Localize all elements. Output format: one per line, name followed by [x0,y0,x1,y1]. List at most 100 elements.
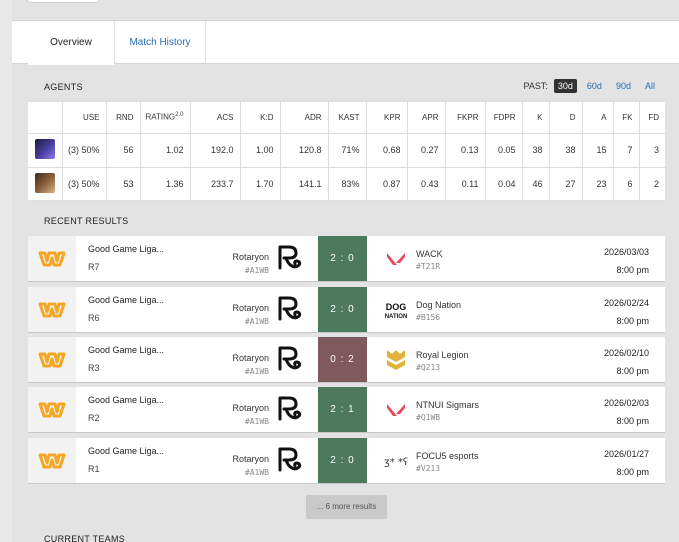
team2[interactable]: WACK #T21R [416,249,443,271]
team2-tag: #T21R [416,262,441,271]
stat-adr: 141.1 [280,167,329,202]
match-score[interactable]: 2 : 0 [318,287,367,332]
stat-d: 38 [549,133,583,168]
stat-d: 27 [549,167,583,202]
match-score[interactable]: 2 : 0 [318,438,367,483]
col-use[interactable]: USE [62,102,107,134]
dog-nation-logo: DOG NATION [382,296,410,324]
match-date: 2026/03/03 [603,247,649,257]
team1[interactable]: Rotaryon #A1WB [232,252,269,275]
team2[interactable]: NTNUI Sigmars #Q1WB [416,400,479,422]
result-row[interactable]: Good Game Liga... R2 Rotaryon #A1WB 2 : 1 NTN… [28,387,665,432]
col-k[interactable]: K [522,102,550,134]
team1-name: Rotaryon [232,353,269,363]
stat-rnd: 56 [106,133,141,168]
stat-kast: 71% [328,133,367,168]
result-row[interactable]: Good Game Liga... R7 Rotaryon #A1WB 2 : 0 WAC… [28,236,665,281]
col-fdpr[interactable]: FDPR [485,102,523,134]
range-90d[interactable]: 90d [612,79,635,93]
col-a[interactable]: A [582,102,614,134]
col-rnd[interactable]: RND [106,102,141,134]
team1-tag: #A1WB [244,417,269,426]
match-date: 2026/02/24 [603,298,649,308]
stat-fdpr: 0.05 [485,133,523,168]
team1[interactable]: Rotaryon #A1WB [232,454,269,477]
stat-k: 46 [522,167,550,202]
team2[interactable]: Dog Nation #B156 [416,300,461,322]
team2-tag: #B156 [416,313,441,322]
match-datetime: 2026/03/03 8:00 pm [604,247,649,275]
match-score[interactable]: 0 : 2 [318,337,367,382]
event-round: R1 [88,464,100,474]
stat-fd: 2 [639,167,665,202]
tab-match-history[interactable]: Match History [115,21,206,64]
result-row[interactable]: Good Game Liga... R3 Rotaryon #A1WB 0 : 2 Roy… [28,337,665,382]
recent-results-heading: RECENT RESULTS [44,216,129,226]
stat-fd: 3 [639,133,665,168]
stat-use: (3) 50% [62,133,107,168]
more-results-button[interactable]: ... 6 more results [306,495,387,519]
team2-name: Dog Nation [416,300,462,310]
stat-fkpr: 0.11 [445,167,486,202]
result-row[interactable]: Good Game Liga... R1 Rotaryon #A1WB 2 : 0 ʒ* … [28,438,665,483]
event-name[interactable]: Good Game Liga... [88,345,164,355]
col-agent [28,102,63,134]
match-date: 2026/01/27 [603,449,649,459]
rotaryon-logo-icon [275,395,303,423]
match-datetime: 2026/02/24 8:00 pm [604,298,649,326]
team1-tag: #A1WB [244,468,269,477]
team2[interactable]: Royal Legion #Q213 [416,350,469,372]
col-apr[interactable]: APR [407,102,446,134]
col-fkpr[interactable]: FKPR [445,102,486,134]
col-adr[interactable]: ADR [280,102,329,134]
col-kd[interactable]: K:D [240,102,281,134]
match-datetime: 2026/02/03 8:00 pm [604,398,649,426]
team1[interactable]: Rotaryon #A1WB [232,353,269,376]
event-name[interactable]: Good Game Liga... [88,295,164,305]
team1[interactable]: Rotaryon #A1WB [232,303,269,326]
col-acs[interactable]: ACS [190,102,241,134]
col-kast[interactable]: KAST [328,102,367,134]
rotaryon-logo-icon [275,446,303,474]
match-score[interactable]: 2 : 0 [318,236,367,281]
result-row[interactable]: Good Game Liga... R6 Rotaryon #A1WB 2 : 0 DOG… [28,287,665,332]
col-d[interactable]: D [549,102,583,134]
col-fd[interactable]: FD [639,102,665,134]
col-fk[interactable]: FK [613,102,640,134]
event-round: R2 [88,413,100,423]
stat-apr: 0.27 [407,133,446,168]
stat-acs: 233.7 [190,167,241,202]
range-all[interactable]: All [641,79,659,93]
col-rating[interactable]: RATING2.0 [140,102,191,134]
rotaryon-logo-icon [275,345,303,373]
match-time: 8:00 pm [616,416,649,426]
stat-rnd: 53 [106,167,141,202]
range-30d[interactable]: 30d [553,79,577,93]
agent-cell [28,133,63,168]
team1-name: Rotaryon [232,454,269,464]
svg-text:DOG: DOG [386,302,407,312]
match-score[interactable]: 2 : 1 [318,387,367,432]
match-datetime: 2026/01/27 8:00 pm [604,449,649,477]
team1-tag: #A1WB [244,266,269,275]
stat-k: 38 [522,133,550,168]
top-button[interactable] [27,0,99,3]
team2[interactable]: FOCU5 esports #V213 [416,451,479,473]
event-logo-icon [28,438,76,483]
range-60d[interactable]: 60d [583,79,606,93]
team1[interactable]: Rotaryon #A1WB [232,403,269,426]
event-name[interactable]: Good Game Liga... [88,244,164,254]
team1-name: Rotaryon [232,403,269,413]
col-kpr[interactable]: KPR [366,102,408,134]
event-name[interactable]: Good Game Liga... [88,395,164,405]
agent-portrait-icon [34,139,55,159]
stat-kast: 83% [328,167,367,202]
current-teams-heading: CURRENT TEAMS [44,534,126,542]
agent-row: (3) 50% 56 1.02 192.0 1.00 120.8 71% 0.6… [28,133,665,168]
event-round: R3 [88,363,100,373]
event-name[interactable]: Good Game Liga... [88,446,164,456]
match-date: 2026/02/10 [603,348,649,358]
team1-name: Rotaryon [232,303,269,313]
royal-legion-logo [382,346,410,374]
tab-overview[interactable]: Overview [28,21,115,65]
